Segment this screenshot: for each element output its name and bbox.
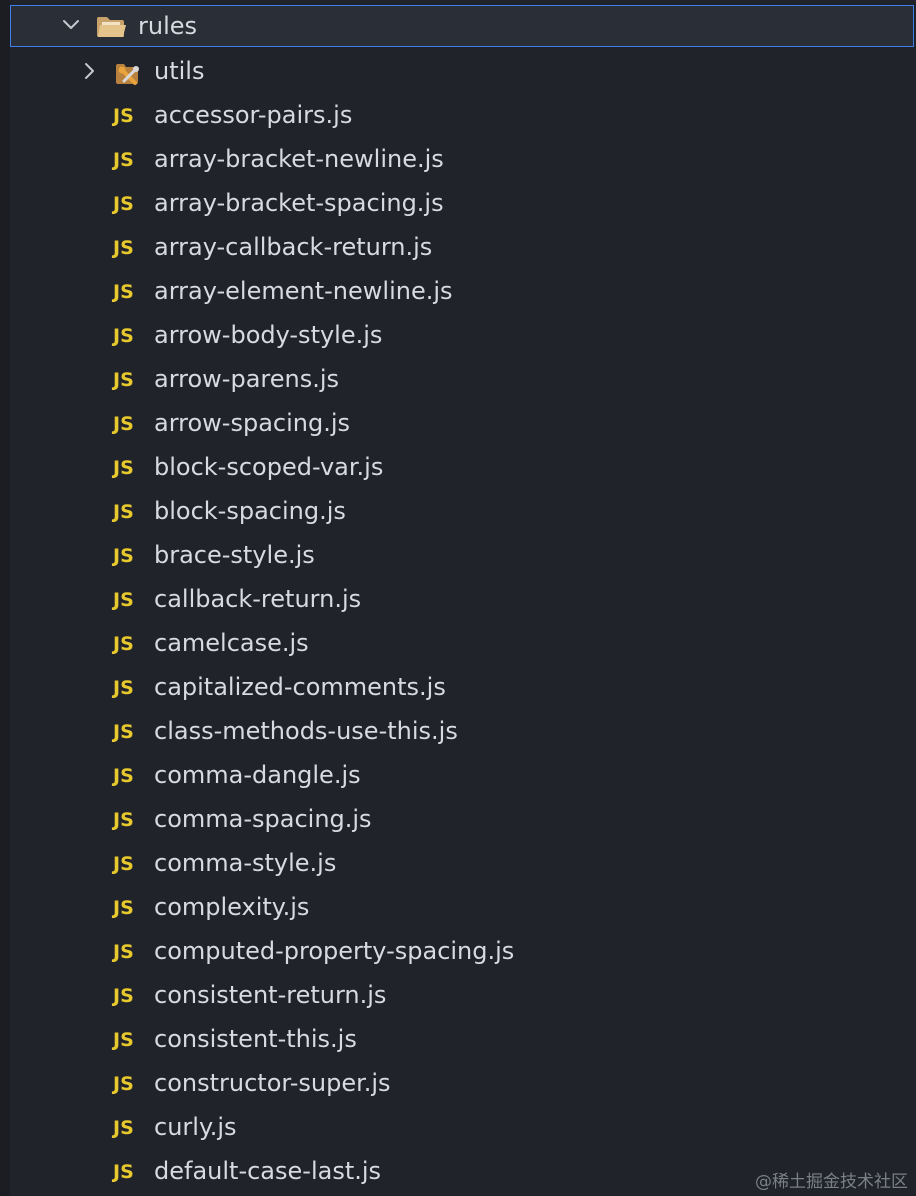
tree-file-item[interactable]: JS constructor-super.js	[10, 1061, 914, 1105]
chevron-right-icon[interactable]	[80, 61, 100, 81]
js-file-icon: JS	[113, 897, 134, 919]
file-label: consistent-this.js	[154, 1025, 357, 1053]
folder-label: utils	[154, 57, 205, 85]
file-label: arrow-body-style.js	[154, 321, 383, 349]
file-label: computed-property-spacing.js	[154, 937, 515, 965]
js-file-icon: JS	[113, 677, 134, 699]
js-file-icon: JS	[113, 633, 134, 655]
file-label: comma-spacing.js	[154, 805, 372, 833]
tree-file-item[interactable]: JS array-element-newline.js	[10, 269, 914, 313]
chevron-down-icon[interactable]	[61, 15, 81, 35]
js-file-icon: JS	[113, 1073, 134, 1095]
file-label: comma-style.js	[154, 849, 337, 877]
file-label: block-scoped-var.js	[154, 453, 384, 481]
file-explorer: rules utils JS accessor-pairs.js JS array-b…	[0, 0, 916, 1196]
tree-file-item[interactable]: JS complexity.js	[10, 885, 914, 929]
tree-file-item[interactable]: JS array-callback-return.js	[10, 225, 914, 269]
file-label: curly.js	[154, 1113, 237, 1141]
tree-file-item[interactable]: JS consistent-return.js	[10, 973, 914, 1017]
file-label: block-spacing.js	[154, 497, 346, 525]
watermark: @稀土掘金技术社区	[755, 1172, 908, 1192]
js-file-icon: JS	[113, 589, 134, 611]
file-label: constructor-super.js	[154, 1069, 391, 1097]
tree-file-item[interactable]: JS computed-property-spacing.js	[10, 929, 914, 973]
file-label: capitalized-comments.js	[154, 673, 446, 701]
js-file-icon: JS	[113, 413, 134, 435]
tree-file-item[interactable]: JS array-bracket-spacing.js	[10, 181, 914, 225]
tree-file-item[interactable]: JS arrow-spacing.js	[10, 401, 914, 445]
tools-folder-icon	[116, 64, 139, 85]
tree-folder-utils[interactable]: utils	[10, 49, 914, 93]
js-file-icon: JS	[113, 545, 134, 567]
tree-folder-rules[interactable]: rules	[10, 5, 914, 47]
js-file-icon: JS	[113, 281, 134, 303]
tree-file-item[interactable]: JS block-scoped-var.js	[10, 445, 914, 489]
tree-file-item[interactable]: JS block-spacing.js	[10, 489, 914, 533]
file-label: array-bracket-newline.js	[154, 145, 444, 173]
tree-file-item[interactable]: JS curly.js	[10, 1105, 914, 1149]
js-file-icon: JS	[113, 809, 134, 831]
js-file-icon: JS	[113, 237, 134, 259]
js-file-icon: JS	[113, 501, 134, 523]
tree-file-item[interactable]: JS comma-style.js	[10, 841, 914, 885]
js-file-icon: JS	[113, 1161, 134, 1183]
js-file-icon: JS	[113, 765, 134, 787]
tree-file-item[interactable]: JS class-methods-use-this.js	[10, 709, 914, 753]
tree-file-item[interactable]: JS callback-return.js	[10, 577, 914, 621]
js-file-icon: JS	[113, 325, 134, 347]
folder-open-icon	[97, 17, 126, 37]
js-file-icon: JS	[113, 985, 134, 1007]
file-label: brace-style.js	[154, 541, 315, 569]
tree-file-item[interactable]: JS camelcase.js	[10, 621, 914, 665]
tree-file-item[interactable]: JS arrow-parens.js	[10, 357, 914, 401]
tree-file-item[interactable]: JS accessor-pairs.js	[10, 93, 914, 137]
tree-file-item[interactable]: JS brace-style.js	[10, 533, 914, 577]
file-label: camelcase.js	[154, 629, 309, 657]
tree-file-item[interactable]: JS array-bracket-newline.js	[10, 137, 914, 181]
js-file-icon: JS	[113, 941, 134, 963]
file-label: array-callback-return.js	[154, 233, 433, 261]
js-file-icon: JS	[113, 1117, 134, 1139]
file-label: callback-return.js	[154, 585, 362, 613]
js-file-icon: JS	[113, 457, 134, 479]
file-label: arrow-spacing.js	[154, 409, 351, 437]
tree-file-item[interactable]: JS capitalized-comments.js	[10, 665, 914, 709]
js-file-icon: JS	[113, 1029, 134, 1051]
js-file-icon: JS	[113, 721, 134, 743]
tree-file-item[interactable]: JS comma-spacing.js	[10, 797, 914, 841]
file-label: default-case-last.js	[154, 1157, 382, 1185]
tree-file-item[interactable]: JS comma-dangle.js	[10, 753, 914, 797]
folder-label: rules	[138, 12, 198, 40]
file-label: class-methods-use-this.js	[154, 717, 458, 745]
file-label: consistent-return.js	[154, 981, 387, 1009]
file-label: complexity.js	[154, 893, 310, 921]
file-label: array-bracket-spacing.js	[154, 189, 444, 217]
js-file-icon: JS	[113, 369, 134, 391]
file-label: comma-dangle.js	[154, 761, 361, 789]
file-label: array-element-newline.js	[154, 277, 453, 305]
file-label: accessor-pairs.js	[154, 101, 353, 129]
js-file-icon: JS	[113, 149, 134, 171]
indent-guide	[0, 0, 10, 1196]
file-label: arrow-parens.js	[154, 365, 340, 393]
tree-file-item[interactable]: JS arrow-body-style.js	[10, 313, 914, 357]
js-file-icon: JS	[113, 193, 134, 215]
tree-file-item[interactable]: JS consistent-this.js	[10, 1017, 914, 1061]
js-file-icon: JS	[113, 105, 134, 127]
js-file-icon: JS	[113, 853, 134, 875]
